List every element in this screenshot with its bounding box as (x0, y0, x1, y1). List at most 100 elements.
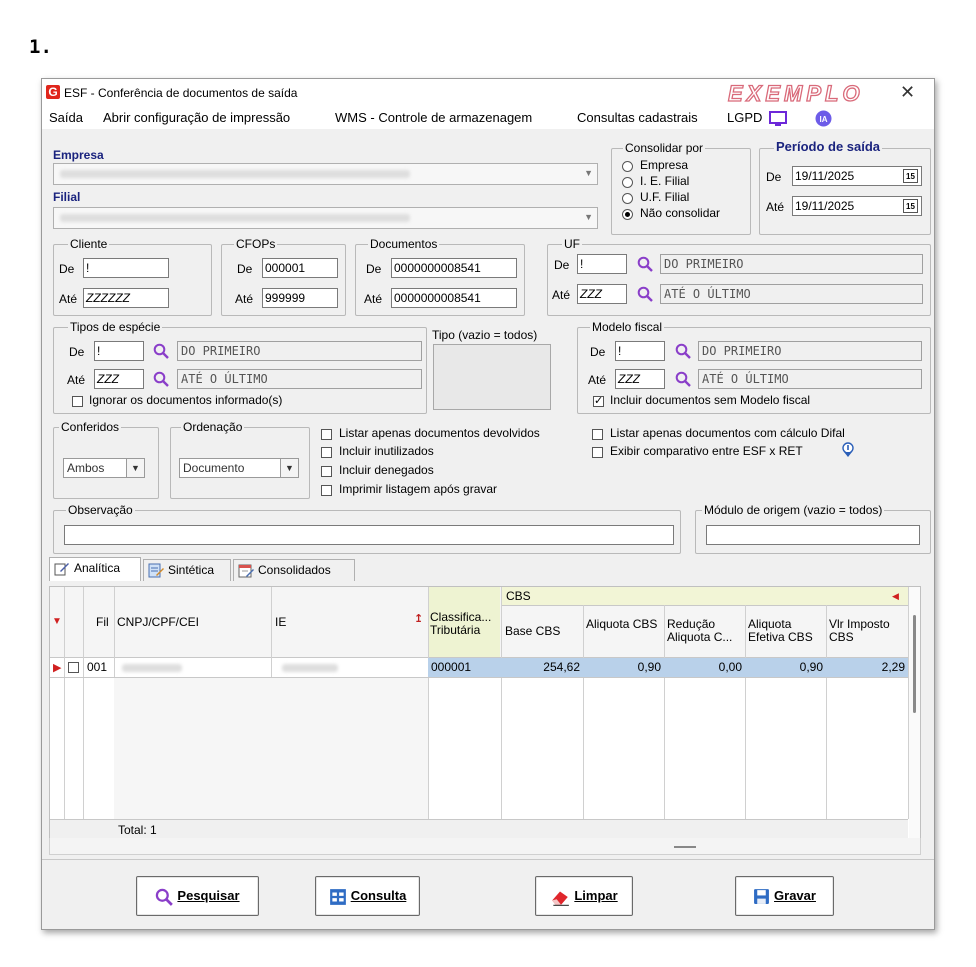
search-icon[interactable] (637, 286, 653, 302)
menu-wms[interactable]: WMS - Controle de armazenagem (335, 110, 532, 125)
table-row[interactable]: ▶ 001 000001 254,62 0,90 0,00 0,90 2,29 (50, 658, 908, 678)
calendar-icon[interactable]: 15 (903, 169, 918, 183)
cliente-de-label: De (59, 262, 75, 276)
documentos-ate-label: Até (364, 292, 383, 306)
modelo-de-desc: DO PRIMEIRO (698, 341, 922, 361)
header-fil[interactable]: Fil (96, 616, 109, 629)
header-cnpj[interactable]: CNPJ/CPF/CEI (117, 616, 199, 629)
observacao-input[interactable] (64, 525, 674, 545)
cliente-de-input[interactable]: ! (83, 258, 169, 278)
imprimir-listagem-checkbox[interactable] (321, 485, 332, 496)
ia-icon[interactable]: IA (815, 110, 832, 127)
menu-lgpd[interactable]: LGPD (727, 110, 762, 125)
conferidos-group: Conferidos Ambos ▼ (53, 420, 159, 499)
periodo-de-input[interactable]: 19/11/2025 15 (792, 166, 922, 186)
modelo-ate-input[interactable]: ZZZ (615, 369, 665, 389)
incluir-sem-modelo-checkbox[interactable]: ✓ (593, 396, 604, 407)
calendar-icon[interactable]: 15 (903, 199, 918, 213)
conferidos-value: Ambos (67, 461, 105, 475)
row-checkbox[interactable] (68, 662, 79, 673)
search-icon[interactable] (637, 256, 653, 272)
ignorar-label: Ignorar os documentos informado(s) (89, 393, 283, 407)
empresa-select[interactable]: ▼ (53, 163, 598, 185)
tab-analitica[interactable]: Analítica (49, 557, 141, 581)
menu-consultas[interactable]: Consultas cadastrais (577, 110, 698, 125)
tab-consolidados[interactable]: Consolidados (233, 559, 355, 581)
gravar-button[interactable]: Gravar (735, 876, 834, 916)
radio-empresa[interactable] (622, 161, 633, 172)
title-bar: G ESF - Conferência de documentos de saí… (42, 79, 934, 107)
consolidar-legend: Consolidar por (623, 141, 706, 155)
pesquisar-button[interactable]: Pesquisar (136, 876, 259, 916)
header-aliquota-efetiva[interactable]: Aliquota Efetiva CBS (748, 618, 824, 644)
header-cbs-label: CBS (506, 590, 531, 603)
results-grid[interactable]: CBS ◀ ▼ Fil CNPJ/CPF/CEI IE ↥ Classifica… (49, 586, 921, 841)
horizontal-scrollbar[interactable] (49, 838, 921, 855)
modelo-de-input[interactable]: ! (615, 341, 665, 361)
header-classificacao[interactable]: Classifica... Tributária (430, 611, 500, 637)
modulo-input[interactable] (706, 525, 920, 545)
especie-legend: Tipos de espécie (68, 320, 163, 334)
header-base-cbs[interactable]: Base CBS (505, 625, 560, 638)
close-icon[interactable]: ✕ (900, 82, 915, 103)
ignorar-checkbox[interactable] (72, 396, 83, 407)
consulta-button[interactable]: Consulta (315, 876, 420, 916)
cfops-de-input[interactable]: 000001 (262, 258, 338, 278)
documentos-de-input[interactable]: 0000000008541 (391, 258, 517, 278)
radio-uf-filial[interactable] (622, 193, 633, 204)
exibir-comparativo-checkbox[interactable] (592, 447, 603, 458)
uf-group: UF De ! DO PRIMEIRO Até ZZZ ATÉ O ÚLTIMO (547, 237, 931, 316)
help-info-icon[interactable] (839, 442, 857, 458)
vertical-scrollbar[interactable] (909, 587, 920, 839)
cliente-ate-input[interactable]: ZZZZZZ (83, 288, 169, 308)
grid-total: Total: 1 (118, 823, 157, 837)
especie-ate-label: Até (67, 373, 86, 387)
filial-select[interactable]: ▼ (53, 207, 598, 229)
listar-difal-checkbox[interactable] (592, 429, 603, 440)
periodo-ate-input[interactable]: 19/11/2025 15 (792, 196, 922, 216)
menu-abrir-config[interactable]: Abrir configuração de impressão (103, 110, 290, 125)
especie-ate-desc: ATÉ O ÚLTIMO (177, 369, 422, 389)
menu-saida[interactable]: Saída (49, 110, 83, 125)
uf-de-input[interactable]: ! (577, 254, 627, 274)
limpar-button[interactable]: Limpar (535, 876, 633, 916)
search-icon[interactable] (675, 371, 691, 387)
especie-group: Tipos de espécie De ! DO PRIMEIRO Até ZZ… (53, 320, 427, 414)
especie-ate-input[interactable]: ZZZ (94, 369, 144, 389)
cell-aliquota-cbs: 0,90 (637, 660, 661, 674)
tab-consolidados-label: Consolidados (258, 563, 331, 577)
search-icon[interactable] (675, 343, 691, 359)
cell-fil: 001 (87, 660, 108, 674)
documentos-ate-input[interactable]: 0000000008541 (391, 288, 517, 308)
pesquisar-label: Pesquisar (177, 888, 240, 903)
especie-de-input[interactable]: ! (94, 341, 144, 361)
search-icon[interactable] (153, 371, 169, 387)
header-ie[interactable]: IE (275, 616, 286, 629)
uf-ate-input[interactable]: ZZZ (577, 284, 627, 304)
incluir-denegados-checkbox[interactable] (321, 466, 332, 477)
periodo-group: Período de saída De 19/11/2025 15 Até 19… (759, 139, 931, 235)
menu-bar: Saída Abrir configuração de impressão WM… (42, 107, 934, 129)
search-icon (156, 888, 174, 906)
ordenacao-select[interactable]: Documento ▼ (179, 458, 299, 478)
hscroll-thumb[interactable] (674, 846, 696, 848)
save-icon (754, 889, 769, 904)
listar-devolvidos-checkbox[interactable] (321, 429, 332, 440)
header-aliquota-cbs[interactable]: Aliquota CBS (586, 618, 662, 631)
header-vlr-imposto[interactable]: Vlr Imposto CBS (829, 618, 907, 644)
listar-difal-label: Listar apenas documentos com cálculo Dif… (610, 426, 845, 440)
search-icon[interactable] (153, 343, 169, 359)
radio-nao-consolidar[interactable] (622, 209, 633, 220)
incluir-inutilizados-checkbox[interactable] (321, 447, 332, 458)
uf-ate-desc: ATÉ O ÚLTIMO (660, 284, 923, 304)
radio-ie-filial[interactable] (622, 177, 633, 188)
sort-ascending-icon: ↥ (414, 613, 424, 625)
conferidos-select[interactable]: Ambos ▼ (63, 458, 145, 478)
scrollbar-thumb[interactable] (913, 615, 916, 713)
observacao-legend: Observação (66, 503, 135, 517)
tipo-list[interactable] (433, 344, 551, 410)
cfops-ate-input[interactable]: 999999 (262, 288, 338, 308)
tab-sintetica[interactable]: Sintética (143, 559, 231, 581)
header-reducao[interactable]: Redução Aliquota C... (667, 618, 743, 644)
monitor-icon[interactable] (769, 111, 787, 127)
